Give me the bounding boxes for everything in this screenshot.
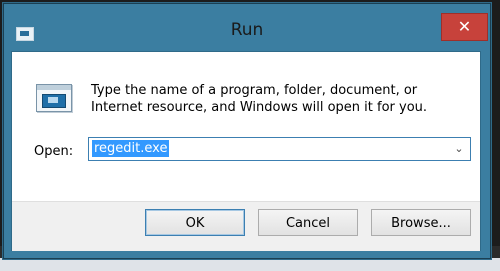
chevron-down-icon[interactable]: ⌄	[450, 138, 468, 160]
window-title: Run	[230, 20, 264, 40]
dialog-body: Type the name of a program, folder, docu…	[11, 51, 481, 251]
dialog-description: Type the name of a program, folder, docu…	[91, 83, 428, 115]
close-button[interactable]: ✕	[441, 13, 488, 41]
ok-button[interactable]: OK	[145, 209, 245, 236]
run-dialog-window: Run ✕ Type the name of a program, folder…	[2, 2, 492, 260]
cancel-button[interactable]: Cancel	[258, 209, 358, 236]
run-icon	[36, 84, 72, 112]
open-combobox[interactable]: regedit.exe ⌄	[88, 137, 471, 161]
run-icon-screen	[42, 94, 66, 108]
run-icon-bar	[37, 85, 71, 90]
browse-button[interactable]: Browse...	[371, 209, 471, 236]
title-bar[interactable]: Run ✕	[3, 3, 491, 43]
open-label: Open:	[34, 144, 74, 159]
open-input-value[interactable]: regedit.exe	[92, 140, 170, 157]
